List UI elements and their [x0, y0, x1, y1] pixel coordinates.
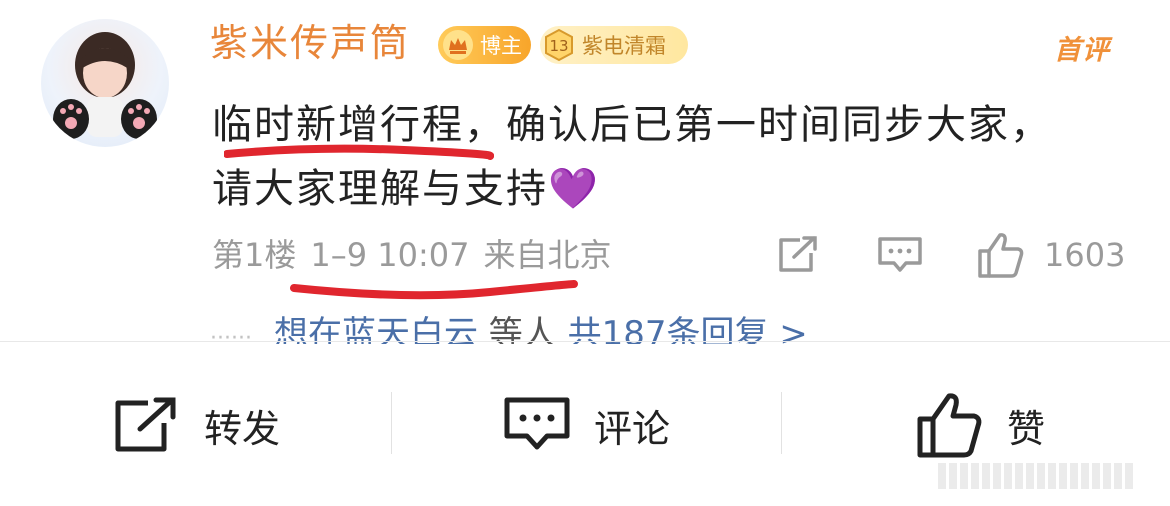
- like-button[interactable]: 赞: [915, 385, 1045, 465]
- avatar-image: [53, 32, 157, 139]
- red-underline-content: [224, 144, 494, 160]
- repost-button[interactable]: 转发: [112, 385, 280, 465]
- fan-badge-label: 紫电清霜: [582, 34, 666, 58]
- divider: [0, 341, 1170, 342]
- replies-suffix: 等人: [488, 314, 557, 344]
- bar-separator: [781, 392, 782, 454]
- repost-icon: [115, 397, 176, 452]
- comment-icon: [878, 237, 922, 272]
- location: 来自北京: [483, 236, 612, 274]
- comment-button[interactable]: 评论: [502, 385, 670, 465]
- bar-separator: [391, 392, 392, 454]
- timestamp: 1–9 10:07: [310, 236, 470, 274]
- thumbs-up-icon: [917, 393, 982, 458]
- like-action[interactable]: [976, 230, 1026, 280]
- purple-heart-emoji: 💜: [548, 166, 600, 212]
- like-label: 赞: [1007, 406, 1046, 451]
- comment-label: 评论: [594, 406, 671, 451]
- fan-level-icon: 13: [542, 28, 576, 62]
- replies-preview[interactable]: ······ 想在蓝天白云 等人 共187条回复 >: [210, 306, 1010, 344]
- comment-icon: [504, 397, 570, 450]
- comment-text-line-2-text: 请大家理解与支持: [212, 166, 548, 212]
- username[interactable]: 紫米传声筒: [210, 17, 410, 69]
- repost-action[interactable]: [776, 230, 820, 280]
- reply-action[interactable]: [876, 230, 924, 280]
- first-comment-label: 首评: [1054, 34, 1110, 66]
- floor-label: 第1楼: [212, 236, 297, 274]
- like-count: 1603: [1044, 236, 1126, 274]
- thumbs-up-icon: [978, 233, 1024, 278]
- repost-label: 转发: [204, 406, 281, 451]
- repost-icon: [779, 236, 817, 272]
- replies-total-link[interactable]: 共187条回复 >: [568, 314, 808, 344]
- comment-meta: 第1楼 1–9 10:07 来自北京: [212, 233, 626, 277]
- blogger-badge-label: 博主: [480, 34, 522, 58]
- first-comment-tag: 首评: [1044, 27, 1120, 67]
- watermark: [938, 460, 1148, 492]
- blogger-badge[interactable]: 博主: [438, 26, 531, 64]
- replies-user-link[interactable]: 想在蓝天白云: [274, 314, 478, 344]
- fan-badge[interactable]: 13 紫电清霜: [540, 26, 688, 64]
- crown-icon: [440, 27, 476, 63]
- avatar[interactable]: [41, 19, 169, 147]
- fan-level-number: 13: [549, 37, 568, 55]
